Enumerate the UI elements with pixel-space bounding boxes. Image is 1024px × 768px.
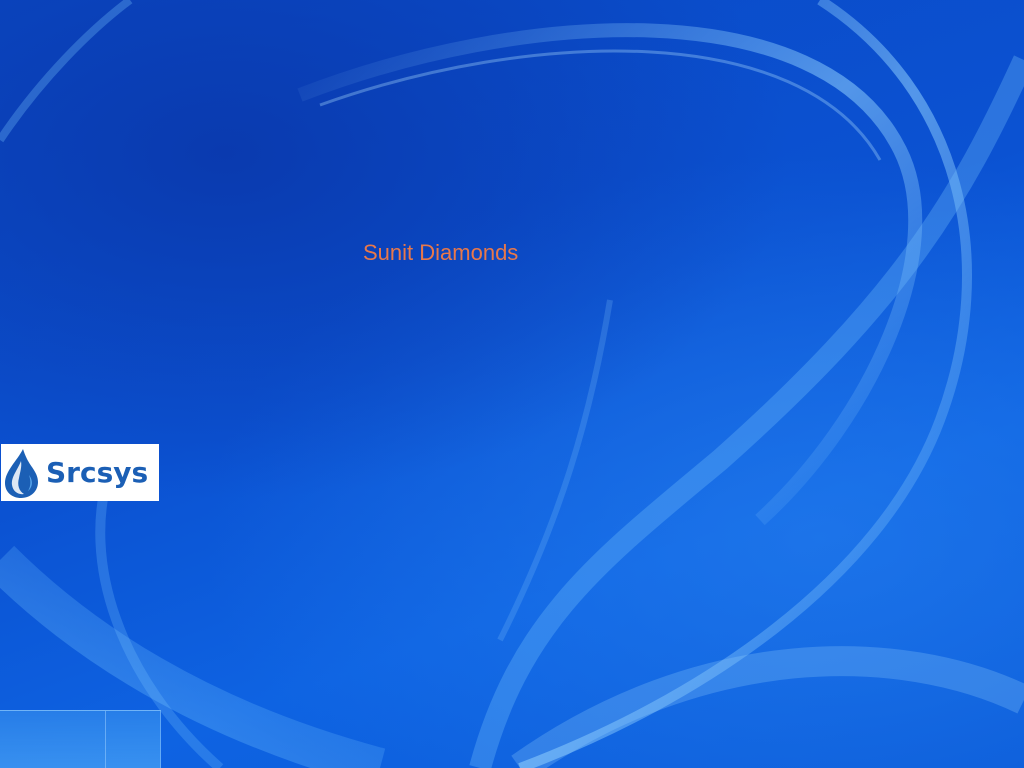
srcsys-logo: Srcsys <box>1 444 159 501</box>
logo-text: Srcsys <box>46 456 149 489</box>
corner-panel <box>0 710 161 768</box>
corner-divider <box>105 711 106 768</box>
desktop-background: Sunit Diamonds Srcsys <box>0 0 1024 768</box>
desktop-center-label: Sunit Diamonds <box>363 240 519 265</box>
wallpaper-swirls <box>0 0 1024 768</box>
water-drop-icon <box>5 448 38 498</box>
